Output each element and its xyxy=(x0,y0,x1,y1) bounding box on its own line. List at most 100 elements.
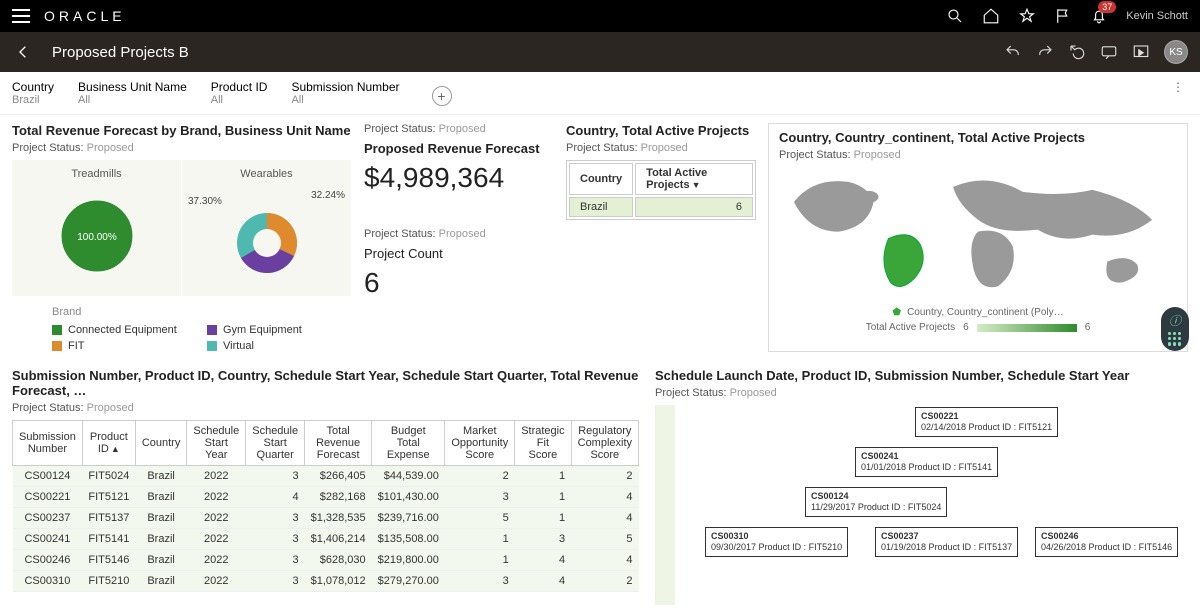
table-header[interactable]: Strategic Fit Score xyxy=(515,421,571,466)
card-title: Submission Number, Product ID, Country, … xyxy=(12,368,639,398)
user-name[interactable]: Kevin Schott xyxy=(1126,10,1188,22)
table-header[interactable]: Total Active Projects▼ xyxy=(635,163,753,195)
filter-label: Product ID xyxy=(211,80,268,94)
bell-icon[interactable]: 37 xyxy=(1090,7,1108,25)
pie-wearables[interactable]: Wearables 37.30% 32.24% xyxy=(182,160,352,296)
table-cell: $279,270.00 xyxy=(372,571,445,592)
active-projects-table[interactable]: Country Total Active Projects▼ Brazil 6 xyxy=(566,160,756,220)
filter-business-unit[interactable]: Business Unit Name All xyxy=(78,80,187,106)
timeline-sub: CS00241 xyxy=(861,451,992,462)
table-cell: Brazil xyxy=(135,529,187,550)
table-cell: FIT5146 xyxy=(82,550,135,571)
timeline-detail: 01/01/2018 Product ID : FIT5141 xyxy=(861,462,992,473)
refresh-icon[interactable] xyxy=(1068,43,1086,61)
table-cell: CS00124 xyxy=(13,466,83,487)
map-layer-icon: ⬟ xyxy=(892,307,901,318)
table-header[interactable]: Schedule Start Year xyxy=(187,421,246,466)
table-cell: 3 xyxy=(246,508,305,529)
table-row[interactable]: CS00124FIT5024Brazil20223$266,405$44,539… xyxy=(13,466,639,487)
table-cell: 2 xyxy=(571,466,638,487)
status-line: Project Status: Proposed xyxy=(12,142,352,154)
legend-title: Brand xyxy=(52,306,352,318)
avatar[interactable]: KS xyxy=(1164,40,1188,64)
filter-value: All xyxy=(291,94,399,106)
table-cell: $101,430.00 xyxy=(372,487,445,508)
status-line: Project Status: Proposed xyxy=(364,123,554,135)
back-icon[interactable] xyxy=(12,40,36,64)
card-map: Country, Country_continent, Total Active… xyxy=(768,123,1188,352)
redo-icon[interactable] xyxy=(1036,43,1054,61)
table-header[interactable]: Market Opportunity Score xyxy=(445,421,515,466)
table-header[interactable]: Regulatory Complexity Score xyxy=(571,421,638,466)
star-icon[interactable] xyxy=(1018,7,1036,25)
table-cell: 3 xyxy=(246,571,305,592)
table-header[interactable]: Total Revenue Forecast xyxy=(305,421,372,466)
table-cell: FIT5137 xyxy=(82,508,135,529)
filter-bar: Country Brazil Business Unit Name All Pr… xyxy=(0,72,1200,115)
legend-item: Connected Equipment xyxy=(52,324,197,336)
table-row[interactable]: CS00241FIT5141Brazil20223$1,406,214$135,… xyxy=(13,529,639,550)
timeline-item[interactable]: CS0024604/26/2018 Product ID : FIT5146 xyxy=(1035,527,1178,557)
filter-label: Business Unit Name xyxy=(78,80,187,94)
timeline-item[interactable]: CS0022102/14/2018 Product ID : FIT5121 xyxy=(915,407,1058,437)
timeline-sub: CS00237 xyxy=(881,531,1012,542)
table-cell: 2022 xyxy=(187,466,246,487)
table-header[interactable]: Budget Total Expense xyxy=(372,421,445,466)
table-cell: CS00237 xyxy=(13,508,83,529)
kpi-title: Proposed Revenue Forecast xyxy=(364,141,554,156)
filter-label: Submission Number xyxy=(291,80,399,94)
detail-table[interactable]: Submission NumberProduct ID▲CountrySched… xyxy=(12,420,639,592)
flag-icon[interactable] xyxy=(1054,7,1072,25)
filter-submission-number[interactable]: Submission Number All xyxy=(291,80,399,106)
pie-treadmills[interactable]: Treadmills 100.00% xyxy=(12,160,182,296)
svg-text:100.00%: 100.00% xyxy=(77,232,117,243)
table-header[interactable]: Submission Number xyxy=(13,421,83,466)
table-row[interactable]: CS00246FIT5146Brazil20223$628,030$219,80… xyxy=(13,550,639,571)
timeline-item[interactable]: CS0012411/29/2017 Product ID : FIT5024 xyxy=(805,487,947,517)
filter-country[interactable]: Country Brazil xyxy=(12,80,54,106)
comment-icon[interactable] xyxy=(1100,43,1118,61)
table-cell: 3 xyxy=(515,529,571,550)
table-cell: 4 xyxy=(571,550,638,571)
table-cell: 4 xyxy=(571,487,638,508)
table-header[interactable]: Country xyxy=(569,163,633,195)
table-cell: $1,078,012 xyxy=(305,571,372,592)
table-cell: 5 xyxy=(445,508,515,529)
menu-icon[interactable] xyxy=(12,9,30,23)
table-header[interactable]: Schedule Start Quarter xyxy=(246,421,305,466)
timeline-detail: 02/14/2018 Product ID : FIT5121 xyxy=(921,422,1052,433)
table-row[interactable]: CS00237FIT5137Brazil20223$1,328,535$239,… xyxy=(13,508,639,529)
notification-badge: 37 xyxy=(1098,1,1116,13)
timeline-item[interactable]: CS0031009/30/2017 Product ID : FIT5210 xyxy=(705,527,848,557)
undo-icon[interactable] xyxy=(1004,43,1022,61)
table-cell: 1 xyxy=(515,487,571,508)
present-icon[interactable] xyxy=(1132,43,1150,61)
status-line: Project Status: Proposed xyxy=(566,142,756,154)
timeline-detail: 01/19/2018 Product ID : FIT5137 xyxy=(881,542,1012,553)
home-icon[interactable] xyxy=(982,7,1000,25)
table-cell: 3 xyxy=(246,529,305,550)
table-cell: $266,405 xyxy=(305,466,372,487)
info-icon: ⓘ xyxy=(1169,312,1181,329)
world-map[interactable] xyxy=(779,167,1177,307)
table-cell: CS00310 xyxy=(13,571,83,592)
table-cell: $219,800.00 xyxy=(372,550,445,571)
info-pill[interactable]: ⓘ xyxy=(1161,307,1189,351)
table-header[interactable]: Product ID▲ xyxy=(82,421,135,466)
table-row[interactable]: Brazil 6 xyxy=(569,197,753,217)
table-row[interactable]: CS00310FIT5210Brazil20223$1,078,012$279,… xyxy=(13,571,639,592)
add-filter-button[interactable]: + xyxy=(432,86,452,106)
keypad-icon xyxy=(1168,332,1182,346)
timeline-item[interactable]: CS0023701/19/2018 Product ID : FIT5137 xyxy=(875,527,1018,557)
timeline-item[interactable]: CS0024101/01/2018 Product ID : FIT5141 xyxy=(855,447,998,477)
page-title: Proposed Projects B xyxy=(52,44,189,61)
card-timeline: Schedule Launch Date, Product ID, Submis… xyxy=(655,368,1188,605)
filter-product-id[interactable]: Product ID All xyxy=(211,80,268,106)
table-header[interactable]: Country xyxy=(135,421,187,466)
card-active-projects: Country, Total Active Projects Project S… xyxy=(566,123,756,352)
search-icon[interactable] xyxy=(946,7,964,25)
table-row[interactable]: CS00221FIT5121Brazil20224$282,168$101,43… xyxy=(13,487,639,508)
more-icon[interactable]: ⋮ xyxy=(1172,80,1184,94)
table-cell: FIT5121 xyxy=(82,487,135,508)
timeline-area[interactable]: 2022 CS0022102/14/2018 Product ID : FIT5… xyxy=(655,405,1188,605)
